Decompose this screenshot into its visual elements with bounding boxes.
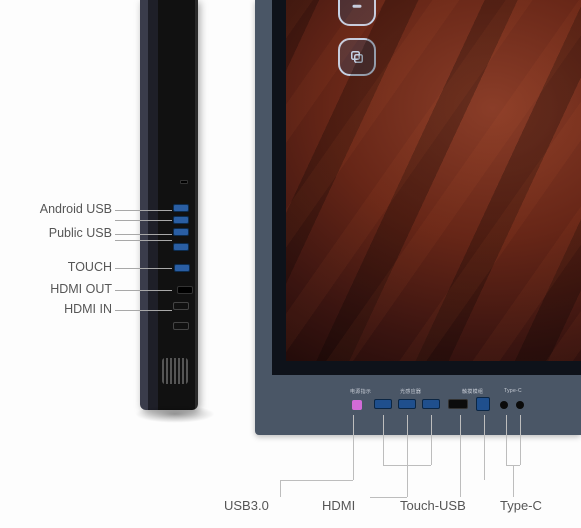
osd-button-top[interactable] [338, 0, 376, 26]
chin-tiny-3: 触摸模组 [462, 388, 483, 395]
aux-hole [177, 286, 193, 294]
osd-button-windows[interactable] [338, 38, 376, 76]
hdmi-out-port [173, 302, 189, 310]
label-typec: Type-C [500, 498, 542, 513]
public-usb-port [173, 243, 189, 251]
front-usb30-port-2 [398, 399, 416, 409]
monitor-chin: 电源指示 光感应器 触摸模组 Type-C [272, 375, 581, 435]
chin-tiny-4: Type-C [504, 388, 522, 394]
front-usb30-port-3 [422, 399, 440, 409]
front-touch-usb-port [476, 397, 490, 411]
front-usb30-port-1 [374, 399, 392, 409]
label-usb30: USB3.0 [224, 498, 269, 513]
front-aux-port [516, 401, 524, 409]
label-touch-usb: Touch-USB [400, 498, 466, 513]
power-led [352, 400, 362, 410]
front-hdmi-port [448, 399, 468, 409]
hdmi-in-port [173, 322, 189, 330]
monitor-screen [272, 0, 581, 375]
label-hdmi: HDMI [322, 498, 355, 513]
monitor-side-panel [140, 0, 198, 410]
touch-usb-b-port [174, 264, 190, 272]
front-typec-port [500, 401, 508, 409]
monitor-front: 电源指示 光感应器 触摸模组 Type-C [255, 0, 581, 435]
android-usb-port-2 [173, 216, 189, 224]
chin-tiny-1: 电源指示 [350, 388, 371, 395]
android-usb-port-1 [173, 204, 189, 212]
android-usb-port-3 [173, 228, 189, 236]
chin-tiny-2: 光感应器 [400, 388, 421, 395]
speaker-grille [162, 358, 188, 384]
